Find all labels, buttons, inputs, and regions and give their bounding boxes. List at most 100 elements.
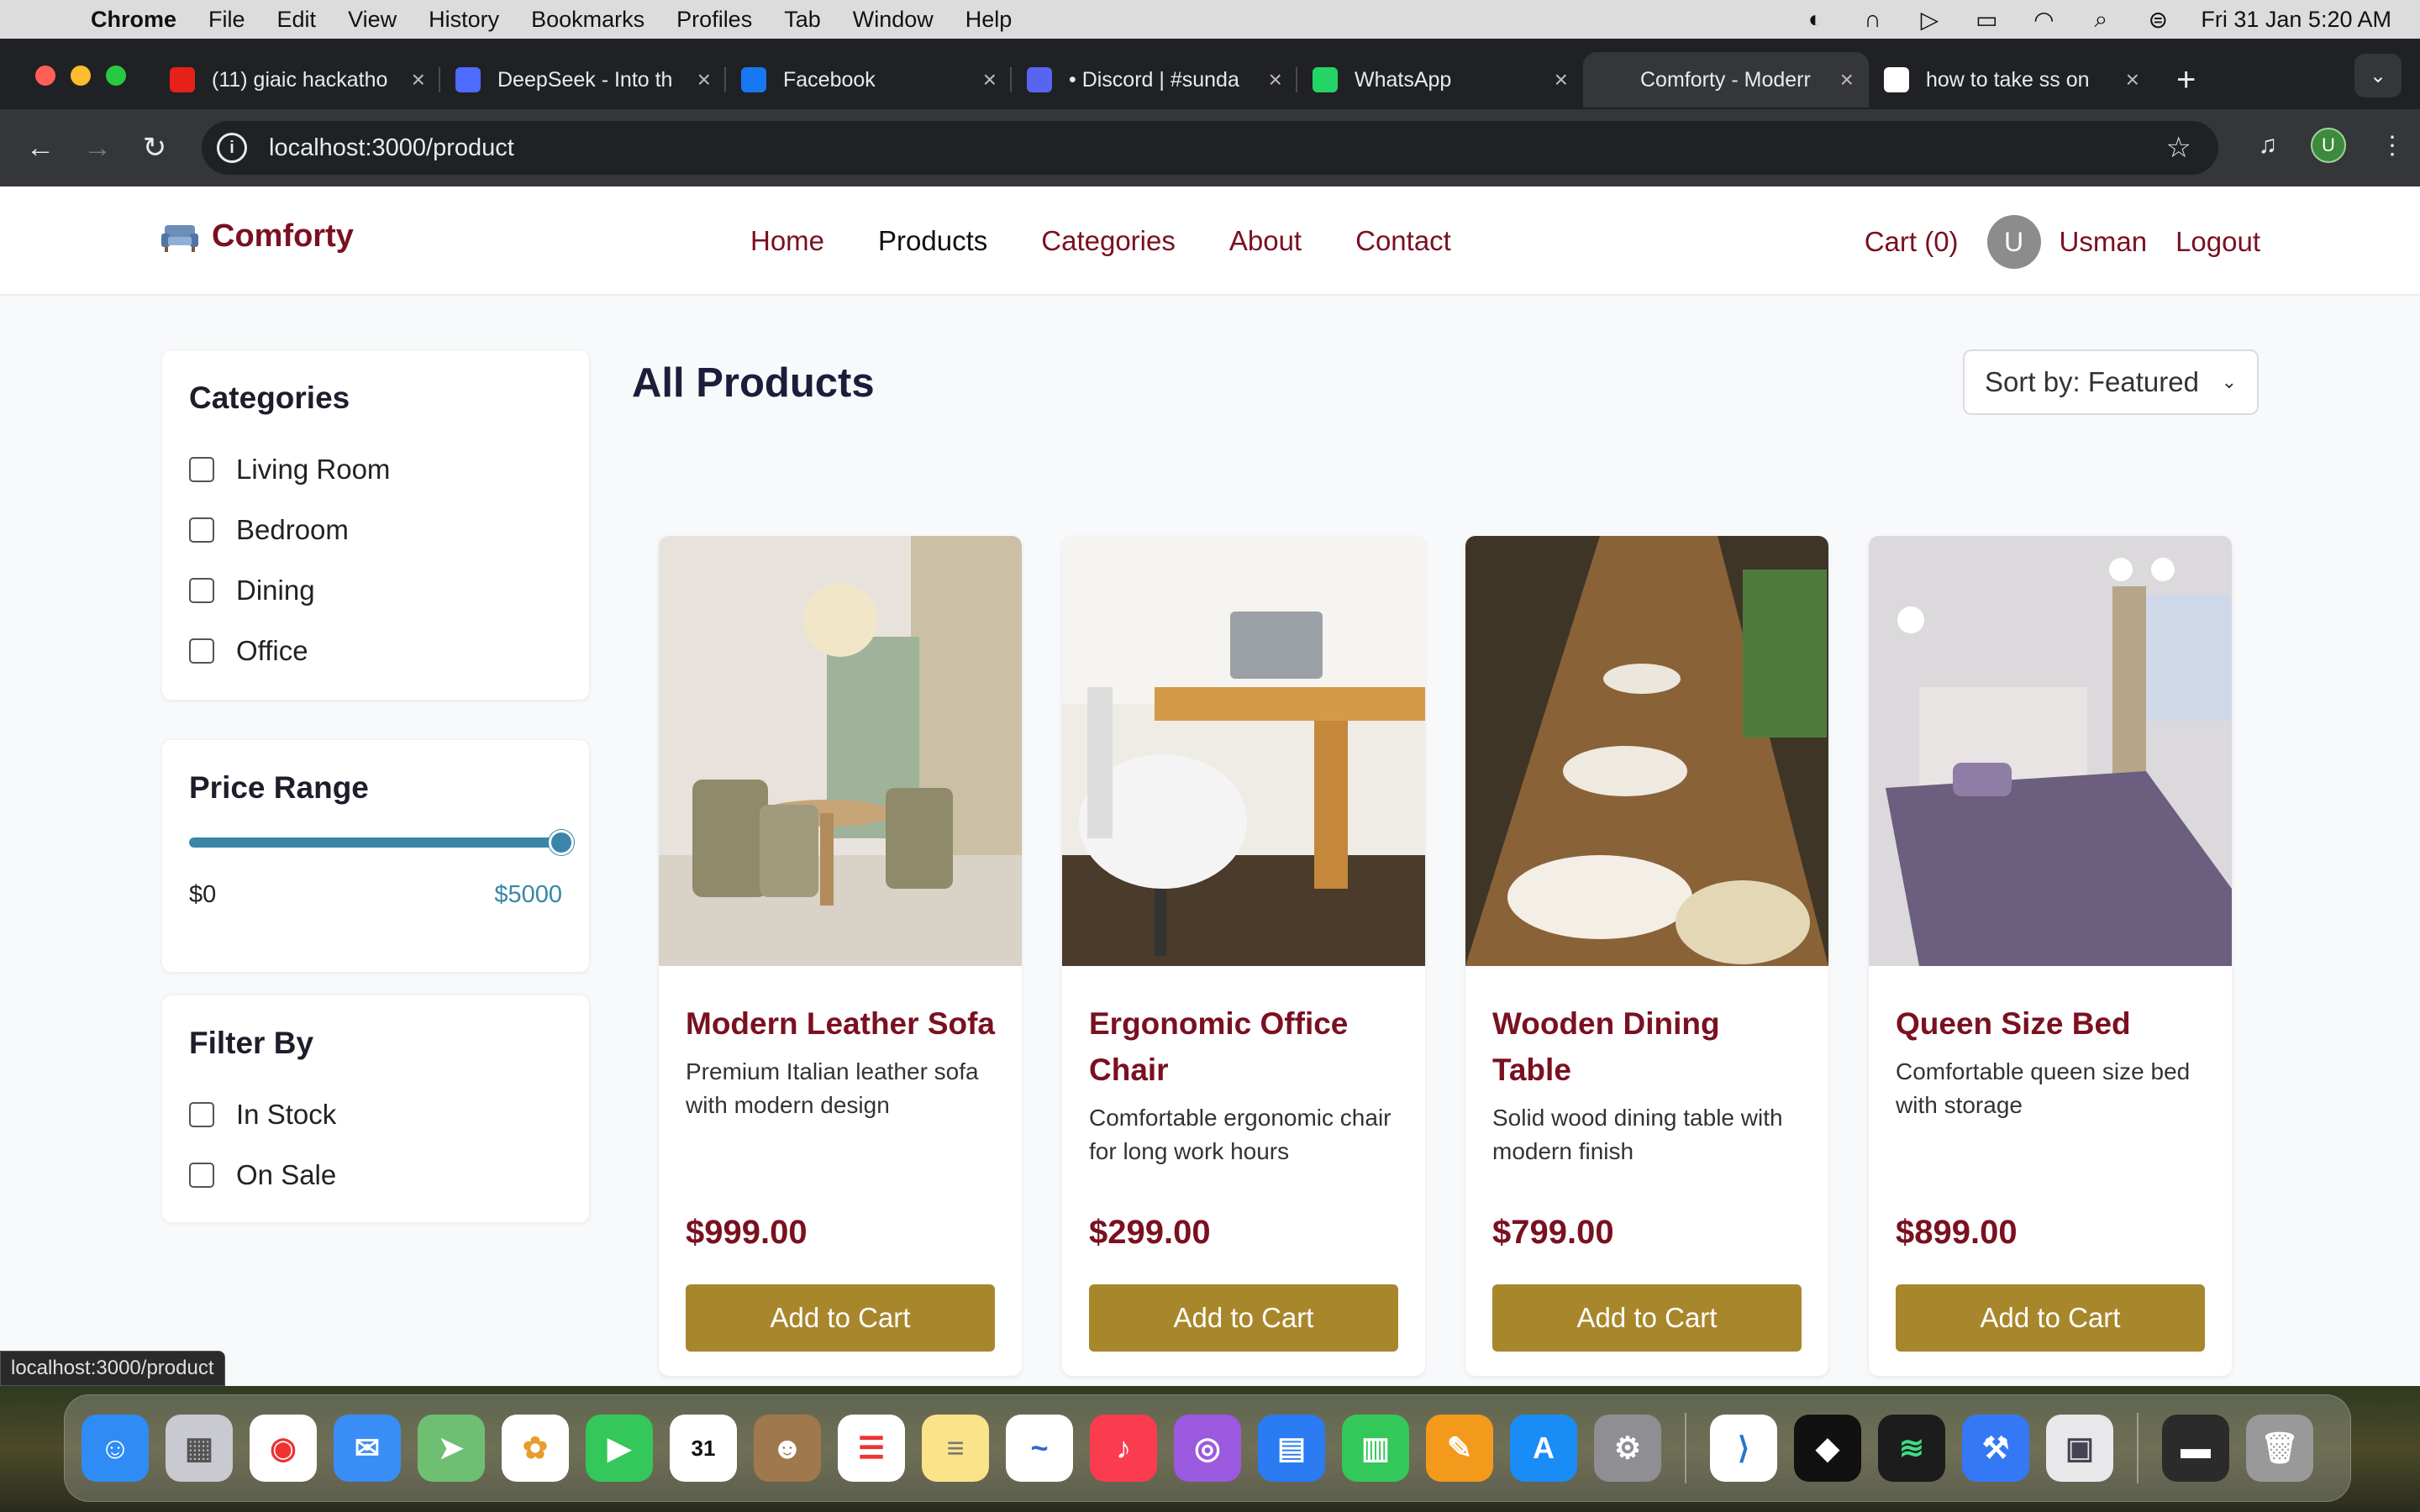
- logout-link[interactable]: Logout: [2175, 226, 2260, 258]
- filter-in-stock[interactable]: In Stock: [189, 1084, 562, 1145]
- product-image-bed[interactable]: [1869, 536, 2232, 966]
- play-icon[interactable]: ▷: [1915, 7, 1944, 33]
- menu-help[interactable]: Help: [965, 7, 1013, 33]
- site-logo[interactable]: Comforty: [160, 218, 354, 255]
- product-image-sofa[interactable]: [659, 536, 1022, 966]
- address-url[interactable]: localhost:3000/product: [269, 134, 514, 162]
- mail-icon[interactable]: ✉: [334, 1415, 401, 1482]
- user-name[interactable]: Usman: [2060, 226, 2148, 258]
- browser-tab[interactable]: WhatsApp ×: [1297, 52, 1583, 108]
- browser-tab[interactable]: how to take ss on ×: [1869, 52, 2154, 108]
- chrome-icon[interactable]: ◉: [250, 1415, 317, 1482]
- browser-tab[interactable]: DeepSeek - Into th ×: [440, 52, 726, 108]
- menu-window[interactable]: Window: [853, 7, 934, 33]
- close-tab-icon[interactable]: ×: [2126, 66, 2139, 93]
- menu-clock[interactable]: Fri 31 Jan 5:20 AM: [2201, 7, 2391, 33]
- product-name[interactable]: Ergonomic Office Chair: [1089, 1000, 1398, 1093]
- browser-tab[interactable]: Comforty - Moderr ×: [1583, 52, 1869, 108]
- add-to-cart-button[interactable]: Add to Cart: [686, 1284, 995, 1352]
- menu-profiles[interactable]: Profiles: [676, 7, 752, 33]
- product-name[interactable]: Modern Leather Sofa: [686, 1000, 995, 1047]
- control-center-icon[interactable]: ⊜: [2144, 7, 2172, 33]
- maps-icon[interactable]: ➤: [418, 1415, 485, 1482]
- cube-app-icon[interactable]: ◆: [1794, 1415, 1861, 1482]
- wifi-icon[interactable]: ◠: [2029, 7, 2058, 33]
- reminders-icon[interactable]: ☰: [838, 1415, 905, 1482]
- search-icon[interactable]: ⌕: [2086, 6, 2115, 32]
- product-card[interactable]: Wooden Dining Table Solid wood dining ta…: [1465, 536, 1828, 1376]
- music-icon[interactable]: ♪: [1090, 1415, 1157, 1482]
- system-settings-icon[interactable]: ⚙: [1594, 1415, 1661, 1482]
- tab-search-button[interactable]: ⌄: [2354, 54, 2402, 97]
- nav-home[interactable]: Home: [750, 225, 824, 257]
- photos-icon[interactable]: ✿: [502, 1415, 569, 1482]
- menu-bookmarks[interactable]: Bookmarks: [531, 7, 644, 33]
- profile-avatar[interactable]: U: [2311, 128, 2346, 163]
- back-icon[interactable]: ←: [24, 132, 57, 165]
- close-window-button[interactable]: [35, 66, 55, 86]
- chrome-menu-icon[interactable]: ⋮: [2380, 131, 2405, 160]
- address-bar[interactable]: i localhost:3000/product ☆: [202, 121, 2218, 175]
- checkbox[interactable]: [189, 1163, 214, 1188]
- facetime-icon[interactable]: ▶: [586, 1415, 653, 1482]
- keynote-icon[interactable]: ▤: [1258, 1415, 1325, 1482]
- reload-icon[interactable]: ↻: [138, 131, 171, 165]
- finder-icon[interactable]: ☺: [82, 1415, 149, 1482]
- category-office[interactable]: Office: [189, 621, 562, 681]
- brand-name[interactable]: Comforty: [212, 218, 354, 255]
- product-card[interactable]: Ergonomic Office Chair Comfortable ergon…: [1062, 536, 1425, 1376]
- pages-icon[interactable]: ✎: [1426, 1415, 1493, 1482]
- forward-icon[interactable]: →: [81, 132, 114, 165]
- close-tab-icon[interactable]: ×: [697, 66, 711, 93]
- terminal-app-icon[interactable]: ≋: [1878, 1415, 1945, 1482]
- vscode-icon[interactable]: ⟩: [1710, 1415, 1777, 1482]
- new-tab-button[interactable]: +: [2176, 61, 2196, 99]
- app-store-icon[interactable]: A: [1510, 1415, 1577, 1482]
- add-to-cart-button[interactable]: Add to Cart: [1089, 1284, 1398, 1352]
- site-info-icon[interactable]: i: [217, 133, 247, 163]
- media-control-icon[interactable]: ♫: [2259, 131, 2278, 160]
- headphones-icon[interactable]: ∩: [1858, 6, 1886, 32]
- trash-icon[interactable]: 🗑: [2246, 1415, 2313, 1482]
- filter-on-sale[interactable]: On Sale: [189, 1145, 562, 1205]
- podcasts-icon[interactable]: ◎: [1174, 1415, 1241, 1482]
- checkbox[interactable]: [189, 517, 214, 543]
- minimize-window-button[interactable]: [71, 66, 91, 86]
- close-tab-icon[interactable]: ×: [1269, 66, 1282, 93]
- product-name[interactable]: Queen Size Bed: [1896, 1000, 2205, 1047]
- category-living-room[interactable]: Living Room: [189, 439, 562, 500]
- xcode-icon[interactable]: ⚒: [1962, 1415, 2029, 1482]
- nav-products[interactable]: Products: [878, 225, 987, 257]
- menu-tab[interactable]: Tab: [784, 7, 821, 33]
- menu-file[interactable]: File: [208, 7, 245, 33]
- nav-contact[interactable]: Contact: [1355, 225, 1451, 257]
- price-slider[interactable]: [189, 829, 574, 858]
- notes-icon[interactable]: ≡: [922, 1415, 989, 1482]
- contacts-icon[interactable]: ☻: [754, 1415, 821, 1482]
- launchpad-icon[interactable]: ▦: [166, 1415, 233, 1482]
- category-bedroom[interactable]: Bedroom: [189, 500, 562, 560]
- slider-track[interactable]: [189, 837, 559, 848]
- browser-tab[interactable]: Facebook ×: [726, 52, 1012, 108]
- category-dining[interactable]: Dining: [189, 560, 562, 621]
- menu-view[interactable]: View: [348, 7, 397, 33]
- product-image-chair[interactable]: [1062, 536, 1425, 966]
- speed-icon[interactable]: ◐: [1801, 6, 1829, 32]
- slider-thumb[interactable]: [549, 830, 574, 855]
- battery-icon[interactable]: ▭: [1972, 7, 2001, 33]
- add-to-cart-button[interactable]: Add to Cart: [1896, 1284, 2205, 1352]
- product-card[interactable]: Modern Leather Sofa Premium Italian leat…: [659, 536, 1022, 1376]
- close-tab-icon[interactable]: ×: [1555, 66, 1568, 93]
- freeform-icon[interactable]: ~: [1006, 1415, 1073, 1482]
- cart-link[interactable]: Cart (0): [1865, 226, 1959, 258]
- checkbox[interactable]: [189, 638, 214, 664]
- browser-tab[interactable]: (11) giaic hackatho ×: [155, 52, 440, 108]
- calendar-icon[interactable]: 31: [670, 1415, 737, 1482]
- preview-icon[interactable]: ▣: [2046, 1415, 2113, 1482]
- menu-app-name[interactable]: Chrome: [91, 7, 176, 33]
- downloads-folder-icon[interactable]: ▬: [2162, 1415, 2229, 1482]
- nav-about[interactable]: About: [1229, 225, 1302, 257]
- browser-tab[interactable]: • Discord | #sunda ×: [1012, 52, 1297, 108]
- checkbox[interactable]: [189, 457, 214, 482]
- avatar[interactable]: U: [1986, 215, 2041, 269]
